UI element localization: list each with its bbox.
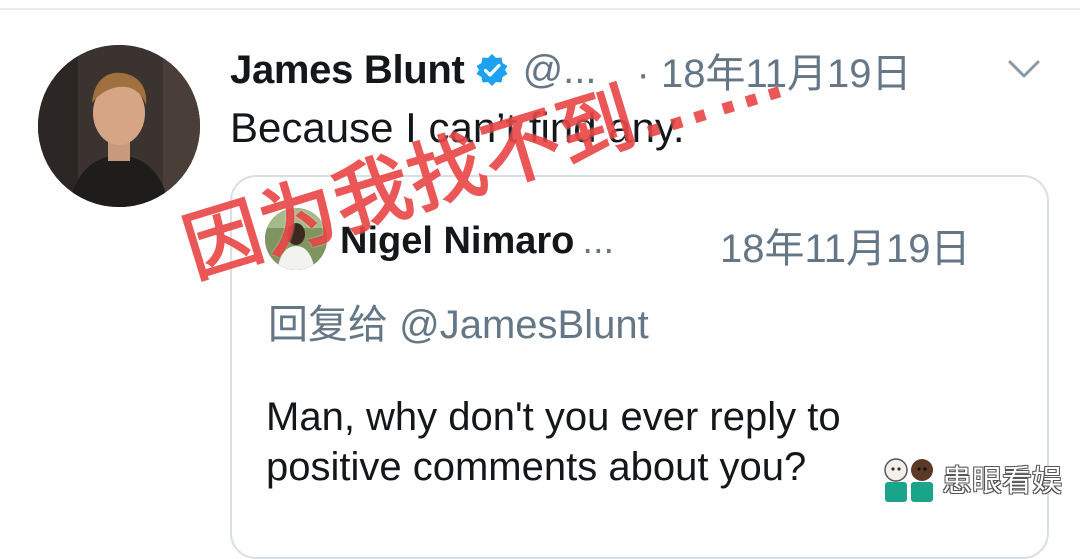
quoted-body-line-1: Man, why don't you ever reply to [266, 395, 841, 439]
reply-prefix: 回复给 [268, 303, 400, 347]
reply-to-line: 回复给 @JamesBlunt [268, 292, 649, 350]
reply-to-handle[interactable]: @JamesBlunt [399, 303, 649, 347]
top-divider [0, 8, 1080, 10]
quoted-author-handle[interactable]: ... [582, 220, 614, 263]
author-name[interactable]: James Blunt [230, 48, 465, 93]
quoted-tweet-body: Man, why don't you ever reply to positiv… [266, 392, 956, 492]
watermark-logo-icon [882, 452, 936, 504]
watermark-text: 患眼看娱 [942, 465, 1062, 498]
quoted-tweet-date[interactable]: 18年11月19日 [720, 216, 971, 274]
watermark: 患眼看娱 [882, 450, 1062, 506]
quoted-body-line-2: positive comments about you? [266, 445, 807, 489]
author-avatar[interactable] [38, 45, 200, 207]
verified-badge-icon [475, 53, 509, 87]
chevron-down-icon[interactable] [1004, 54, 1044, 84]
